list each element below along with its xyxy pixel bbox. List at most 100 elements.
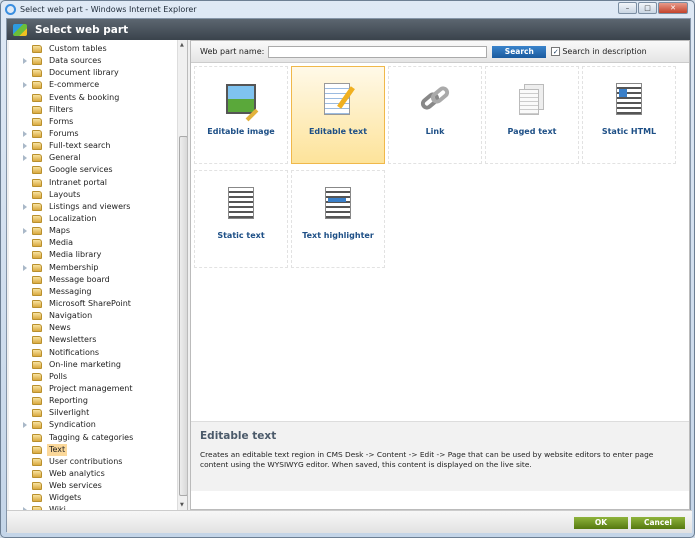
tree-item-label[interactable]: Forms (47, 116, 75, 128)
tree-item[interactable]: Intranet portal (9, 177, 177, 189)
tree-item[interactable]: User contributions (9, 456, 177, 468)
tree-item-label[interactable]: Layouts (47, 189, 82, 201)
tree-item-label[interactable]: Microsoft SharePoint (47, 298, 133, 310)
tree-item-label[interactable]: Custom tables (47, 43, 109, 55)
web-part-tile[interactable]: Editable text (291, 66, 385, 164)
tree-item[interactable]: Layouts (9, 189, 177, 201)
tree-item[interactable]: Forums (9, 128, 177, 140)
web-part-tile[interactable]: Static text (194, 170, 288, 268)
web-part-tile[interactable]: Paged text (485, 66, 579, 164)
tree-item-label[interactable]: Document library (47, 67, 121, 79)
web-part-tile[interactable]: Link (388, 66, 482, 164)
web-part-tile[interactable]: Static HTML (582, 66, 676, 164)
tree-scrollbar[interactable]: ▲ ▼ (177, 40, 187, 510)
scroll-up-arrow-icon[interactable]: ▲ (180, 42, 184, 48)
web-part-tile[interactable]: Text highlighter (291, 170, 385, 268)
web-part-name-input[interactable] (268, 45, 488, 58)
tree-item[interactable]: Message board (9, 274, 177, 286)
tree-item[interactable]: Polls (9, 371, 177, 383)
tree-item-label[interactable]: Data sources (47, 55, 103, 67)
tree-item[interactable]: On-line marketing (9, 359, 177, 371)
tree-item[interactable]: Syndication (9, 419, 177, 431)
tree-item[interactable]: News (9, 322, 177, 334)
expand-arrow-icon[interactable] (23, 264, 27, 271)
tree-item[interactable]: Messaging (9, 286, 177, 298)
expand-arrow-icon[interactable] (23, 130, 27, 137)
tree-item[interactable]: Google services (9, 164, 177, 176)
tree-item[interactable]: Microsoft SharePoint (9, 298, 177, 310)
tree-item[interactable]: Listings and viewers (9, 201, 177, 213)
tree-item-label[interactable]: E-commerce (47, 79, 101, 91)
tree-item[interactable]: Media (9, 237, 177, 249)
tree-item[interactable]: Data sources (9, 55, 177, 67)
tree-item-label[interactable]: Notifications (47, 347, 101, 359)
tree-item-label[interactable]: Membership (47, 262, 100, 274)
tree-item[interactable]: Forms (9, 116, 177, 128)
tree-item[interactable]: Silverlight (9, 407, 177, 419)
tree-item[interactable]: Project management (9, 383, 177, 395)
minimize-button[interactable]: – (618, 2, 637, 14)
tree-item-label[interactable]: Text (47, 443, 68, 456)
tree-item[interactable]: Document library (9, 67, 177, 79)
tree-item[interactable]: Notifications (9, 347, 177, 359)
tree-item[interactable]: Navigation (9, 310, 177, 322)
search-button[interactable]: Search (492, 45, 547, 58)
tree-item[interactable]: Tagging & categories (9, 432, 177, 444)
maximize-button[interactable]: □ (638, 2, 657, 14)
tree-item-label[interactable]: Message board (47, 274, 112, 286)
tree-item-label[interactable]: Tagging & categories (47, 432, 135, 444)
tree-item-label[interactable]: Media library (47, 249, 103, 261)
tree-item-label[interactable]: Google services (47, 164, 115, 176)
tree-item-label[interactable]: Navigation (47, 310, 94, 322)
tree-item-label[interactable]: Localization (47, 213, 98, 225)
scrollbar-thumb[interactable] (179, 136, 187, 496)
tree-item[interactable]: Reporting (9, 395, 177, 407)
tree-item-label[interactable]: Full-text search (47, 140, 112, 152)
expand-arrow-icon[interactable] (23, 203, 27, 210)
tree-item-label[interactable]: Listings and viewers (47, 201, 132, 213)
tree-item-label[interactable]: Newsletters (47, 334, 98, 346)
tree-item-label[interactable]: Messaging (47, 286, 94, 298)
tree-item-label[interactable]: Web analytics (47, 468, 107, 480)
tree-item-label[interactable]: News (47, 322, 73, 334)
tree-item-label[interactable]: Events & booking (47, 92, 121, 104)
tree-item-label[interactable]: Web services (47, 480, 104, 492)
tree-item-label[interactable]: Forums (47, 128, 81, 140)
tree-item[interactable]: Membership (9, 262, 177, 274)
expand-arrow-icon[interactable] (23, 422, 27, 429)
tree-item[interactable]: Web services (9, 480, 177, 492)
scroll-down-arrow-icon[interactable]: ▼ (180, 502, 184, 508)
expand-arrow-icon[interactable] (23, 228, 27, 235)
tree-item-label[interactable]: Silverlight (47, 407, 91, 419)
search-in-description-checkbox[interactable]: ✓ (551, 47, 561, 56)
tree-item-label[interactable]: Syndication (47, 419, 98, 431)
tree-item-label[interactable]: Media (47, 237, 75, 249)
tree-item[interactable]: Text (9, 443, 177, 456)
tree-item[interactable]: Web analytics (9, 468, 177, 480)
tree-item-label[interactable]: General (47, 152, 83, 164)
expand-arrow-icon[interactable] (23, 155, 27, 162)
tree-item[interactable]: Maps (9, 225, 177, 237)
tree-item-label[interactable]: Project management (47, 383, 135, 395)
tree-item[interactable]: Widgets (9, 492, 177, 504)
tree-item-label[interactable]: Filters (47, 104, 75, 116)
tree-item[interactable]: Media library (9, 249, 177, 261)
tree-item-label[interactable]: Intranet portal (47, 177, 109, 189)
tree-item[interactable]: Localization (9, 213, 177, 225)
expand-arrow-icon[interactable] (23, 58, 27, 65)
tree-item-label[interactable]: Reporting (47, 395, 90, 407)
tree-item[interactable]: Full-text search (9, 140, 177, 152)
close-button[interactable]: ✕ (658, 2, 688, 14)
ok-button[interactable]: OK (574, 517, 628, 529)
web-part-tile[interactable]: Editable image (194, 66, 288, 164)
expand-arrow-icon[interactable] (23, 143, 27, 150)
tree-item[interactable]: General (9, 152, 177, 164)
tree-item[interactable]: E-commerce (9, 79, 177, 91)
tree-item[interactable]: Filters (9, 104, 177, 116)
tree-item[interactable]: Newsletters (9, 334, 177, 346)
cancel-button[interactable]: Cancel (631, 517, 685, 529)
tree-item[interactable]: Events & booking (9, 92, 177, 104)
search-in-description-label[interactable]: Search in description (562, 47, 646, 56)
tree-item-label[interactable]: User contributions (47, 456, 124, 468)
tree-item[interactable]: Custom tables (9, 43, 177, 55)
